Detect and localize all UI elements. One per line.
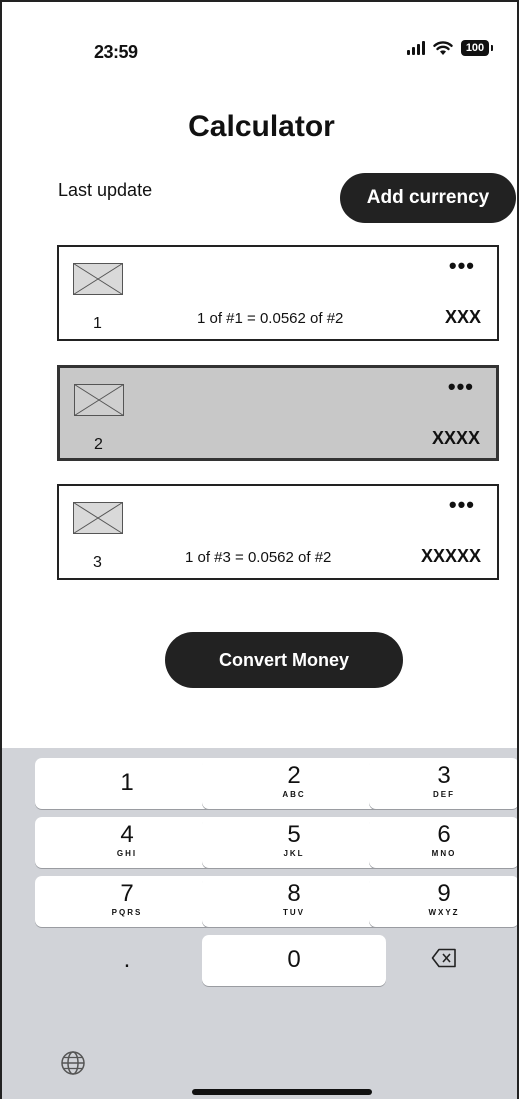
key-letters: JKL (283, 849, 305, 858)
amount-value: XXXX (431, 428, 480, 448)
phone-screen: 23:59 100 Calculator Last update Add cur… (0, 0, 519, 1099)
key-3[interactable]: 3 DEF (369, 758, 517, 809)
wifi-icon (433, 40, 453, 55)
card-index: 2 (94, 436, 103, 453)
key-digit: 0 (287, 946, 301, 973)
amount-value: XXXXX (420, 546, 481, 566)
key-digit: 6 (437, 821, 451, 848)
more-options-icon[interactable]: ••• (449, 492, 475, 518)
key-digit: 5 (287, 821, 301, 848)
currency-card-3[interactable]: 3 1 of #3 = 0.0562 of #2 ••• XXXXX (57, 484, 499, 580)
key-decimal[interactable]: . (35, 935, 219, 986)
key-digit: 8 (287, 880, 301, 907)
key-1[interactable]: 1 (35, 758, 219, 809)
numeric-keypad: 1 2 ABC 3 DEF 4 GHI 5 JKL 6 MNO 7 PQRS 8… (2, 748, 517, 1099)
card-index: 3 (93, 554, 102, 571)
key-4[interactable]: 4 GHI (35, 817, 219, 868)
key-digit: . (123, 946, 131, 973)
key-letters: TUV (283, 908, 305, 917)
key-letters: MNO (431, 849, 457, 858)
status-time: 23:59 (94, 42, 138, 62)
signal-icon (407, 41, 425, 55)
backspace-icon (431, 948, 456, 968)
key-2[interactable]: 2 ABC (202, 758, 386, 809)
more-options-icon[interactable]: ••• (448, 374, 474, 400)
exchange-rate-text: 1 of #1 = 0.0562 of #2 (197, 310, 344, 327)
image-placeholder-icon (73, 502, 123, 534)
image-placeholder-icon (74, 384, 124, 416)
key-0[interactable]: 0 (202, 935, 386, 986)
key-digit: 1 (120, 769, 134, 796)
card-index: 1 (93, 315, 102, 332)
globe-icon[interactable] (60, 1050, 86, 1076)
key-letters: ABC (282, 790, 306, 799)
key-6[interactable]: 6 MNO (369, 817, 517, 868)
key-8[interactable]: 8 TUV (202, 876, 386, 927)
currency-card-1[interactable]: 1 1 of #1 = 0.0562 of #2 ••• XXX (57, 245, 499, 341)
key-letters: GHI (116, 849, 138, 858)
more-options-icon[interactable]: ••• (449, 253, 475, 279)
status-icons: 100 (407, 40, 493, 56)
add-currency-button[interactable]: Add currency (340, 173, 516, 223)
key-7[interactable]: 7 PQRS (35, 876, 219, 927)
last-update-label: Last update (58, 180, 153, 200)
home-indicator (192, 1089, 372, 1095)
key-digit: 2 (287, 762, 301, 789)
key-5[interactable]: 5 JKL (202, 817, 386, 868)
key-digit: 9 (437, 880, 451, 907)
battery-icon: 100 (461, 40, 493, 56)
page-title: Calculator (188, 110, 335, 143)
key-letters: WXYZ (428, 908, 460, 917)
key-letters: PQRS (111, 908, 143, 917)
key-digit: 7 (120, 880, 134, 907)
amount-value: XXX (444, 307, 481, 327)
currency-card-2[interactable]: 2 ••• XXXX (57, 365, 499, 461)
key-9[interactable]: 9 WXYZ (369, 876, 517, 927)
exchange-rate-text: 1 of #3 = 0.0562 of #2 (185, 549, 332, 566)
key-delete[interactable] (369, 935, 517, 986)
key-digit: 3 (437, 762, 451, 789)
key-digit: 4 (120, 821, 134, 848)
key-letters: DEF (433, 790, 455, 799)
convert-money-button[interactable]: Convert Money (165, 632, 403, 688)
image-placeholder-icon (73, 263, 123, 295)
